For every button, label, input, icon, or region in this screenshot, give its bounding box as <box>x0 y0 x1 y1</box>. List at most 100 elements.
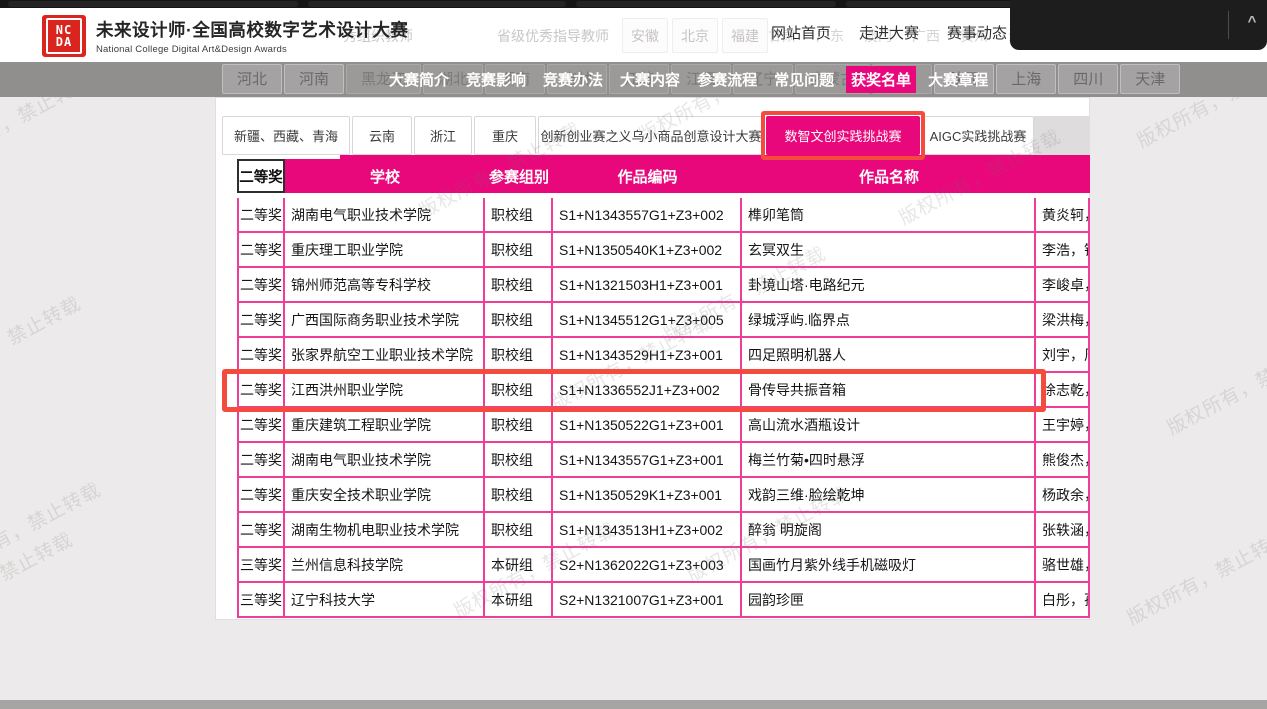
bottom-bar <box>0 700 1267 709</box>
province-tab[interactable]: 河北 <box>222 64 282 94</box>
cell-group: 职校组 <box>485 513 553 546</box>
province-tab[interactable]: 上海 <box>996 64 1056 94</box>
cell-code: S1+N1345512G1+Z3+005 <box>553 303 742 336</box>
cell-school: 辽宁科技大学 <box>285 583 485 616</box>
watermark-text: 版权所有，禁止转载 <box>1122 522 1267 630</box>
screen: NC DA 未来设计师·全国高校数字艺术设计大赛 National Colleg… <box>0 0 1267 709</box>
cell-code: S1+N1350522G1+Z3+001 <box>553 408 742 441</box>
table-header-school: 学校 <box>285 159 485 193</box>
contest-menu-item[interactable]: 大赛简介 <box>389 69 449 90</box>
cell-title: 梅兰竹菊•四时悬浮 <box>742 443 1036 476</box>
cell-school: 兰州信息科技学院 <box>285 548 485 581</box>
cell-group: 职校组 <box>485 408 553 441</box>
category-tab[interactable]: 重庆 <box>474 116 536 155</box>
table-row: 三等奖 兰州信息科技学院 本研组 S2+N1362022G1+Z3+003 国画… <box>237 548 1090 583</box>
category-tab[interactable]: 新疆、西藏、青海 <box>222 116 350 155</box>
cell-school: 锦州师范高等专科学校 <box>285 268 485 301</box>
table-header-award: 二等奖 <box>237 159 285 193</box>
cell-title: 戏韵三维·脸绘乾坤 <box>742 478 1036 511</box>
category-tab[interactable]: 云南 <box>352 116 412 155</box>
cell-authors: 白彤，孙 <box>1036 583 1090 616</box>
cell-school: 湖南电气职业技术学院 <box>285 443 485 476</box>
table-row: 二等奖 湖南电气职业技术学院 职校组 S1+N1343557G1+Z3+001 … <box>237 443 1090 478</box>
cell-code: S1+N1350529K1+Z3+001 <box>553 478 742 511</box>
table-body: 二等奖 湖南电气职业技术学院 职校组 S1+N1343557G1+Z3+002 … <box>237 198 1090 618</box>
site-title: 未来设计师·全国高校数字艺术设计大赛 <box>96 17 408 42</box>
contest-menu-item[interactable]: 参赛流程 <box>697 69 757 90</box>
table-row: 二等奖 重庆理工职业学院 职校组 S1+N1350540K1+Z3+002 玄冥… <box>237 233 1090 268</box>
awards-table: 二等奖 学校 参赛组别 作品编码 作品名称 二等奖 湖南电气职业技术学院 职校组… <box>237 159 1090 618</box>
main-nav-item[interactable]: 走进大赛 <box>859 22 919 43</box>
table-row: 二等奖 湖南电气职业技术学院 职校组 S1+N1343557G1+Z3+002 … <box>237 198 1090 233</box>
collapse-chevron-icon[interactable]: ^ <box>1242 13 1262 30</box>
sub-nav-bar: 河北河南黑龙江湖北湖南吉林江苏江西辽宁内蒙古宁夏陕西上海四川天津 大赛简介竞赛影… <box>0 62 1267 97</box>
cell-authors: 熊俊杰， <box>1036 443 1090 476</box>
cell-award: 二等奖 <box>237 198 285 231</box>
contest-menu-item[interactable]: 大赛内容 <box>620 69 680 90</box>
watermark-text: 版权所有，禁止转载 <box>0 475 105 583</box>
category-tab[interactable]: 创新创业赛之义乌小商品创意设计大赛 <box>538 116 764 155</box>
table-row: 二等奖 锦州师范高等专科学校 职校组 S1+N1321503H1+Z3+001 … <box>237 268 1090 303</box>
table-row: 二等奖 重庆安全技术职业学院 职校组 S1+N1350529K1+Z3+001 … <box>237 478 1090 513</box>
cell-title: 卦境山塔·电路纪元 <box>742 268 1036 301</box>
cell-code: S1+N1343557G1+Z3+002 <box>553 198 742 231</box>
faded-province-tabs: 安徽北京福建 <box>622 18 768 53</box>
faded-province-tab: 安徽 <box>622 18 668 53</box>
cell-group: 职校组 <box>485 478 553 511</box>
cell-title: 醉翁 明旋阁 <box>742 513 1036 546</box>
contest-menu-item[interactable]: 竞赛办法 <box>543 69 603 90</box>
cell-authors: 王宇婷， <box>1036 408 1090 441</box>
watermark-text: 版权所有，禁止转载 <box>0 525 77 633</box>
cell-group: 职校组 <box>485 373 553 406</box>
province-tab[interactable]: 天津 <box>1120 64 1180 94</box>
province-tab[interactable]: 四川 <box>1058 64 1118 94</box>
faded-province-tab: 福建 <box>722 18 768 53</box>
cell-award: 二等奖 <box>237 408 285 441</box>
cell-authors: 黄炎轲， <box>1036 198 1090 231</box>
cell-title: 国画竹月紫外线手机磁吸灯 <box>742 548 1036 581</box>
province-tab[interactable]: 河南 <box>284 64 344 94</box>
table-header-group: 参赛组别 <box>485 159 553 193</box>
cell-school: 重庆安全技术职业学院 <box>285 478 485 511</box>
browser-tab-segment <box>576 1 836 7</box>
contest-menu-item[interactable]: 常见问题 <box>774 69 834 90</box>
category-tab[interactable]: 浙江 <box>414 116 472 155</box>
panel-divider <box>1228 11 1229 39</box>
cell-award: 二等奖 <box>237 373 285 406</box>
cell-title: 骨传导共振音箱 <box>742 373 1036 406</box>
cell-code: S1+N1321503H1+Z3+001 <box>553 268 742 301</box>
category-tab-row: 新疆、西藏、青海云南浙江重庆创新创业赛之义乌小商品创意设计大赛数智文创实践挑战赛… <box>222 116 1034 155</box>
cell-code: S1+N1336552J1+Z3+002 <box>553 373 742 406</box>
cell-group: 职校组 <box>485 338 553 371</box>
category-tab[interactable]: AIGC实践挑战赛 <box>922 116 1034 155</box>
cell-award: 二等奖 <box>237 478 285 511</box>
main-nav-item[interactable]: 赛事动态 <box>947 22 1007 43</box>
cell-authors: 杨政余， <box>1036 478 1090 511</box>
table-header-code: 作品编码 <box>553 159 742 193</box>
cell-code: S2+N1362022G1+Z3+003 <box>553 548 742 581</box>
cell-title: 园韵珍匣 <box>742 583 1036 616</box>
cell-group: 职校组 <box>485 303 553 336</box>
contest-menu-item[interactable]: 竞赛影响 <box>466 69 526 90</box>
cell-group: 职校组 <box>485 198 553 231</box>
table-row: 二等奖 重庆建筑工程职业学院 职校组 S1+N1350522G1+Z3+001 … <box>237 408 1090 443</box>
cell-authors: 徐志乾， <box>1036 373 1090 406</box>
cell-award: 二等奖 <box>237 268 285 301</box>
main-nav-item[interactable]: 网站首页 <box>771 22 831 43</box>
cell-title: 四足照明机器人 <box>742 338 1036 371</box>
cell-award: 三等奖 <box>237 548 285 581</box>
cell-title: 高山流水酒瓶设计 <box>742 408 1036 441</box>
table-header-row: 二等奖 学校 参赛组别 作品编码 作品名称 <box>237 159 1090 193</box>
contest-menu-item[interactable]: 大赛章程 <box>928 69 988 90</box>
cell-award: 二等奖 <box>237 303 285 336</box>
table-row: 二等奖 张家界航空工业职业技术学院 职校组 S1+N1343529H1+Z3+0… <box>237 338 1090 373</box>
ncda-logo: NC DA <box>42 15 86 57</box>
cell-authors: 李峻卓， <box>1036 268 1090 301</box>
cell-authors: 骆世雄， <box>1036 548 1090 581</box>
category-tab[interactable]: 数智文创实践挑战赛 <box>766 116 920 155</box>
contest-menu-item[interactable]: 获奖名单 <box>846 66 916 93</box>
table-row: 二等奖 湖南生物机电职业技术学院 职校组 S1+N1343513H1+Z3+00… <box>237 513 1090 548</box>
table-row: 二等奖 广西国际商务职业技术学院 职校组 S1+N1345512G1+Z3+00… <box>237 303 1090 338</box>
contest-menu: 大赛简介竞赛影响竞赛办法大赛内容参赛流程常见问题获奖名单大赛章程 <box>389 62 988 97</box>
cell-authors: 梁洪梅， <box>1036 303 1090 336</box>
